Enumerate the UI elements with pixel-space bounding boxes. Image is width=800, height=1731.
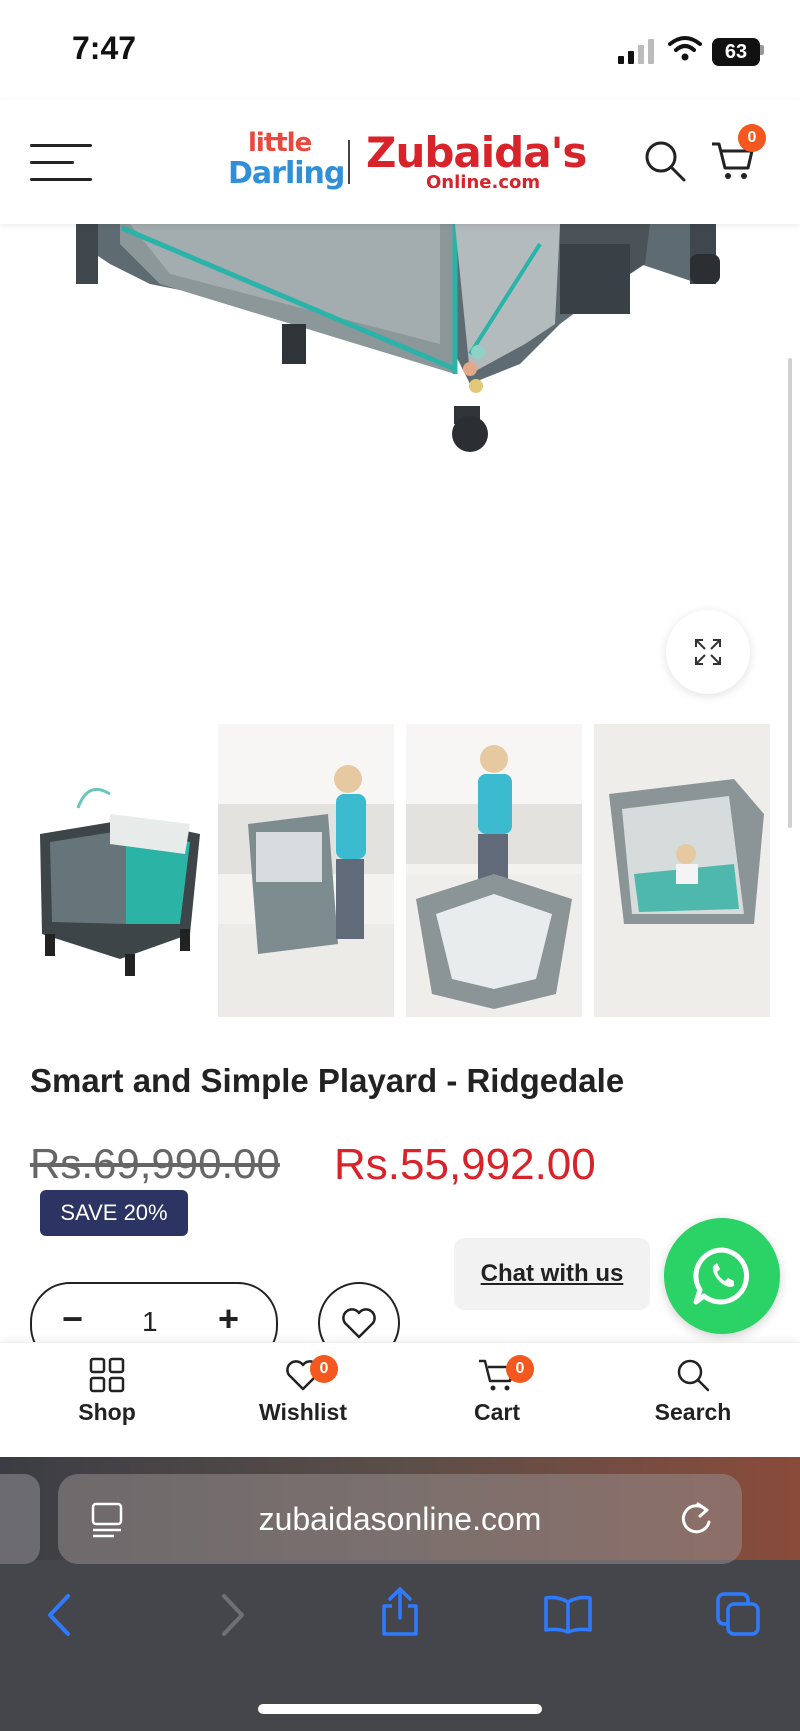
increase-quantity-button[interactable]: + bbox=[218, 1298, 239, 1340]
quantity-value[interactable]: 1 bbox=[142, 1306, 158, 1338]
back-arrow-icon[interactable] bbox=[44, 1592, 74, 1638]
zoom-button[interactable] bbox=[666, 610, 750, 694]
grid-icon bbox=[89, 1357, 125, 1393]
tabs-icon[interactable] bbox=[714, 1590, 762, 1638]
nav-search-label: Search bbox=[654, 1399, 732, 1425]
chat-with-us-link[interactable]: Chat with us bbox=[454, 1238, 650, 1310]
nav-cart-label: Cart bbox=[473, 1399, 520, 1425]
product-thumbnail-2[interactable] bbox=[218, 724, 394, 1017]
previous-tab-preview[interactable] bbox=[0, 1474, 40, 1564]
address-bar[interactable]: zubaidasonline.com bbox=[58, 1474, 742, 1564]
status-time: 7:47 bbox=[72, 30, 137, 66]
expand-icon bbox=[695, 639, 721, 665]
site-header: little Darling Zubaida's Online.com 0 bbox=[0, 100, 800, 224]
cart-nav-count-badge: 0 bbox=[506, 1355, 534, 1383]
decrease-quantity-button[interactable]: − bbox=[62, 1298, 83, 1340]
product-thumbnail-3[interactable] bbox=[406, 724, 582, 1017]
forward-arrow-icon[interactable] bbox=[218, 1592, 248, 1638]
nav-wishlist-label: Wishlist bbox=[259, 1399, 347, 1425]
little-darling-logo[interactable]: little Darling bbox=[228, 128, 345, 198]
logo-left-line2: Darling bbox=[228, 156, 345, 191]
battery-indicator: 63 bbox=[712, 38, 760, 66]
logo-left-line1: little bbox=[248, 128, 312, 158]
wishlist-count-badge: 0 bbox=[310, 1355, 338, 1383]
thumb-4-illustration bbox=[594, 724, 770, 1017]
sale-price: Rs.55,992.00 bbox=[334, 1140, 596, 1189]
bottom-navigation: Shop 0 Wishlist 0 Cart Search bbox=[0, 1342, 800, 1457]
bookmarks-icon[interactable] bbox=[542, 1594, 594, 1634]
product-thumbnail-1[interactable] bbox=[30, 724, 206, 1017]
zubaidas-logo[interactable]: Zubaida's Online.com bbox=[366, 128, 587, 198]
whatsapp-icon bbox=[693, 1247, 750, 1305]
thumb-3-illustration bbox=[406, 724, 582, 1017]
nav-wishlist[interactable]: 0 Wishlist bbox=[238, 1355, 368, 1426]
signal-icon bbox=[618, 38, 654, 64]
nav-shop[interactable]: Shop bbox=[42, 1357, 172, 1426]
original-price: Rs.69,990.00 bbox=[30, 1140, 280, 1187]
hamburger-menu-icon[interactable] bbox=[30, 142, 92, 182]
cart-count-badge: 0 bbox=[738, 124, 766, 152]
share-icon[interactable] bbox=[378, 1586, 422, 1638]
save-badge: SAVE 20% bbox=[40, 1190, 188, 1236]
nav-shop-label: Shop bbox=[78, 1399, 136, 1425]
logo-divider bbox=[348, 140, 350, 184]
wifi-icon bbox=[668, 36, 702, 61]
search-icon bbox=[677, 1359, 710, 1392]
header-cart-button[interactable]: 0 bbox=[710, 124, 766, 189]
battery-tip bbox=[760, 45, 764, 55]
nav-search[interactable]: Search bbox=[628, 1357, 758, 1426]
heart-icon bbox=[342, 1308, 376, 1339]
page-scrollbar[interactable] bbox=[788, 358, 792, 828]
reload-icon[interactable] bbox=[678, 1500, 714, 1538]
product-thumbnail-4[interactable] bbox=[594, 724, 770, 1017]
logo-right-main: Zubaida's bbox=[366, 128, 587, 177]
url-text[interactable]: zubaidasonline.com bbox=[58, 1474, 742, 1564]
thumb-2-illustration bbox=[218, 724, 394, 1017]
search-icon[interactable] bbox=[642, 138, 688, 184]
thumb-1-illustration bbox=[40, 787, 200, 976]
status-bar: 7:47 63 bbox=[0, 0, 800, 100]
whatsapp-button[interactable] bbox=[664, 1218, 780, 1334]
nav-cart[interactable]: 0 Cart bbox=[432, 1355, 562, 1426]
home-indicator bbox=[258, 1704, 542, 1714]
logo-right-sub: Online.com bbox=[426, 172, 541, 193]
product-title: Smart and Simple Playard - Ridgedale bbox=[30, 1062, 625, 1099]
